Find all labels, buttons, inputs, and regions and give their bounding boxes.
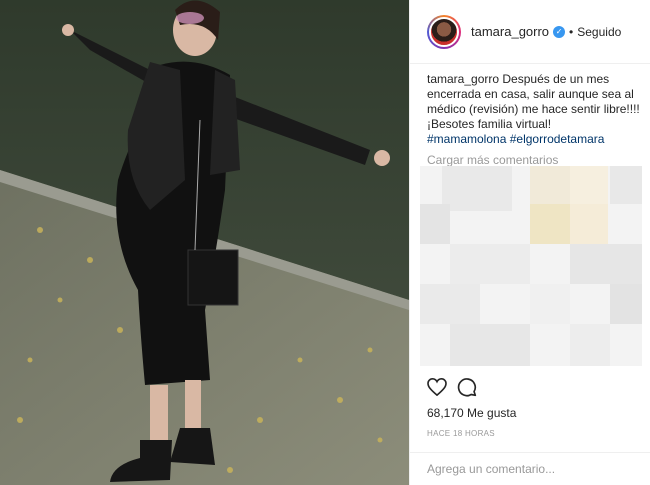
post-header: tamara_gorro ✓ • Seguido [410,0,650,64]
post-timestamp[interactable]: HACE 18 HORAS [410,429,650,438]
avatar-image [429,16,459,47]
hashtag-link[interactable]: #elgorrodetamara [510,132,605,146]
post-actions: 68,170 Me gusta HACE 18 HORAS [410,374,650,438]
avatar[interactable] [427,14,461,49]
comments-section: tamara_gorro Después de un mes encerrada… [410,64,650,372]
photo-illustration [0,0,409,485]
post-sidebar: tamara_gorro ✓ • Seguido tamara_gorro De… [409,0,650,485]
likes-label: Me gusta [467,406,517,420]
hashtag-link[interactable]: #mamamolona [427,132,506,146]
likes-count[interactable]: 68,170 Me gusta [410,406,650,420]
heart-icon[interactable] [427,378,447,396]
add-comment-input[interactable]: Agrega un comentario... [410,452,650,485]
likes-number: 68,170 [427,406,464,420]
verified-badge-icon: ✓ [553,25,566,38]
comment-icon[interactable] [457,377,477,397]
post-photo[interactable] [0,0,409,485]
header-username[interactable]: tamara_gorro [471,24,549,39]
instagram-post: tamara_gorro ✓ • Seguido tamara_gorro De… [0,0,650,485]
pixelated-comments [420,166,642,366]
following-button[interactable]: Seguido [577,25,621,39]
separator-dot: • [569,24,574,39]
caption: tamara_gorro Después de un mes encerrada… [427,72,640,147]
action-icons [410,374,650,400]
caption-username[interactable]: tamara_gorro [427,72,499,86]
